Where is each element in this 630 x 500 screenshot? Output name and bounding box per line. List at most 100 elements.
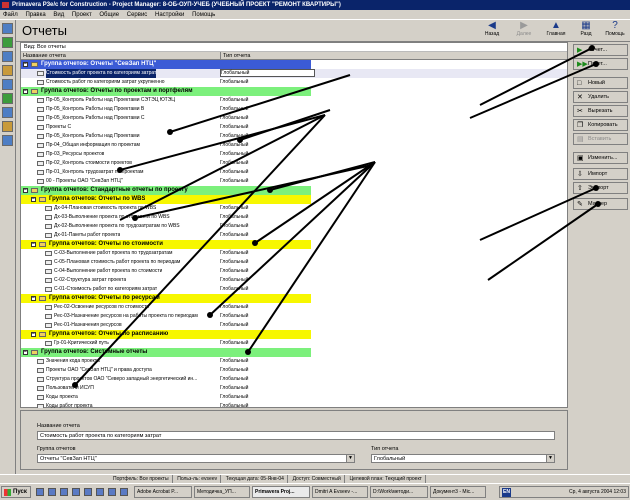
collapse-toggle-icon[interactable]: − (31, 242, 36, 247)
filter-bar[interactable]: Вид: Все отчеты (21, 43, 567, 52)
menu-enterprise[interactable]: Общие (96, 10, 122, 19)
report-group-row[interactable]: − Группа отчетов: Стандартные отчеты по п… (21, 186, 311, 195)
issues-icon[interactable] (2, 107, 13, 118)
language-indicator[interactable]: EN (502, 488, 511, 497)
help-button[interactable]: ? Помощь (601, 21, 629, 41)
report-group-row[interactable]: − Группа отчетов: Отчеты "СевЗап НТЦ" (21, 60, 311, 69)
report-row[interactable]: Стоимость работ по категориям затрат укр… (21, 78, 567, 87)
report-group-row[interactable]: − Группа отчетов: Отчеты по стоимости (21, 240, 311, 249)
report-row[interactable]: Пр-05_Контроль Работы над Проектами СЭТЭ… (21, 96, 567, 105)
run-report-button[interactable]: ▶ Отчет... (573, 44, 628, 56)
projects-icon[interactable] (2, 23, 13, 34)
collapse-toggle-icon[interactable]: − (23, 350, 28, 355)
import-button[interactable]: ⇩ Импорт (573, 168, 628, 180)
report-type-select[interactable]: Глобальный ▼ (371, 454, 555, 463)
task-word-doc[interactable]: Документ3 - Mic... (430, 486, 486, 498)
menu-tools[interactable]: Сервис (124, 10, 151, 19)
report-row[interactable]: Рес-02-Освоение ресурсов по стоимости Гло… (21, 303, 567, 312)
report-type-select[interactable]: Глобальный (220, 69, 315, 77)
export-button[interactable]: ⇧ Экспорт (573, 182, 628, 194)
task-primavera[interactable]: Primavera Proj... (252, 486, 310, 498)
menu-admin[interactable]: Настройки (152, 10, 187, 19)
collapse-toggle-icon[interactable]: − (23, 188, 28, 193)
menu-view[interactable]: Вид (50, 10, 67, 19)
report-row[interactable]: Проекты ОАО "СевЗап НТЦ" и права доступа… (21, 366, 567, 375)
report-row[interactable]: Структура проектов ОАО "Северо западный … (21, 375, 567, 384)
report-row[interactable]: С-04-Выполнение работ проекта по стоимос… (21, 267, 567, 276)
quicklaunch-desktop-icon[interactable] (36, 488, 44, 496)
activities-icon[interactable] (2, 51, 13, 62)
documents-icon[interactable] (2, 121, 13, 132)
edit-button[interactable]: ▣ Изменить... (573, 152, 628, 164)
quicklaunch-outlook-icon[interactable] (60, 488, 68, 496)
chevron-down-icon[interactable]: ▼ (346, 455, 354, 462)
reports-icon[interactable] (2, 93, 13, 104)
menu-file[interactable]: Файл (0, 10, 21, 19)
report-row[interactable]: Коды проекта Глобальный (21, 393, 567, 402)
report-row[interactable]: Дх-02-Выполнение проекта по трудозатрата… (21, 222, 567, 231)
resources-icon[interactable] (2, 65, 13, 76)
column-type[interactable]: Тип отчета (220, 52, 315, 60)
column-name[interactable]: Название отчета (23, 52, 66, 60)
paste-button[interactable]: ▤ Вставить (573, 133, 628, 145)
report-group-row[interactable]: − Группа отчетов: Отчеты по проектам и по… (21, 87, 311, 96)
quicklaunch-ie-icon[interactable] (48, 488, 56, 496)
report-row[interactable]: 00 - Проекты ОАО "СевЗап НТЦ" Глобальный (21, 177, 567, 186)
report-row[interactable]: Коды работ проекта Глобальный (21, 402, 567, 408)
report-row[interactable]: Рес-01-Назначения ресурсов Глобальный (21, 321, 567, 330)
collapse-toggle-icon[interactable]: − (23, 89, 28, 94)
cut-button[interactable]: ✂ Вырезать (573, 105, 628, 117)
report-row[interactable]: Пр-04_Общая информация по проектам Глобал… (21, 141, 567, 150)
tracking-icon[interactable] (2, 79, 13, 90)
wbs-icon[interactable] (2, 37, 13, 48)
report-row[interactable]: С-05-Плановая стоимость работ проекта по… (21, 258, 567, 267)
report-row[interactable]: С-01-Стоимость работ по категориям затра… (21, 285, 567, 294)
task-folder[interactable]: D:\Work\методи... (370, 486, 428, 498)
quicklaunch-app-icon[interactable] (120, 488, 128, 496)
report-row[interactable]: С-02-Структура затрат проекта Глобальный (21, 276, 567, 285)
layout-button[interactable]: ▦ Разд (572, 21, 600, 41)
report-row[interactable]: Дх-03-Выполнение проекта по стоимости по… (21, 213, 567, 222)
collapse-toggle-icon[interactable]: − (31, 296, 36, 301)
report-row[interactable]: Пр-01_Контроль трудозатрат по проектам Гл… (21, 168, 567, 177)
report-row[interactable]: Рес-03-Назначение ресурсов на работы про… (21, 312, 567, 321)
report-row[interactable]: Пр-05_Контроль Работы над Проектами С Гло… (21, 114, 567, 123)
thresholds-icon[interactable] (2, 135, 13, 146)
quicklaunch-word-icon[interactable] (72, 488, 80, 496)
home-button[interactable]: ▲ Главная (542, 21, 570, 41)
report-row[interactable]: Стоимость работ проекта по категориям за… (21, 69, 567, 78)
quicklaunch-acrobat-icon[interactable] (108, 488, 116, 496)
menu-help[interactable]: Помощь (189, 10, 218, 19)
report-row[interactable]: Значения кода проекта Глобальный (21, 357, 567, 366)
collapse-toggle-icon[interactable]: − (31, 197, 36, 202)
report-row[interactable]: Пр-03_Ресурсы проектов Глобальный (21, 150, 567, 159)
delete-button[interactable]: ✕ Удалить (573, 91, 628, 103)
report-row[interactable]: Пр-05_Контроль Работы над Проектами Глоба… (21, 132, 567, 141)
report-row[interactable]: Гр-01-Критический путь Глобальный (21, 339, 567, 348)
forward-button[interactable]: ▶ Далее (510, 21, 538, 41)
report-row[interactable]: Проекты С Глобальный (21, 123, 567, 132)
report-row[interactable]: Дх-04-Плановая стоимость проекта по WBS Г… (21, 204, 567, 213)
task-metodichka[interactable]: Методичка_УП... (194, 486, 250, 498)
report-group-row[interactable]: − Группа отчетов: Отчеты по ресурсам (21, 294, 311, 303)
wizard-button[interactable]: ✎ Мастер (573, 198, 628, 210)
report-row[interactable]: Пользователи ИСУП Глобальный (21, 384, 567, 393)
report-row[interactable]: Пр-05_Контроль Работы над Проектами В Гло… (21, 105, 567, 114)
batch-report-button[interactable]: ▶▶ Пакет... (573, 58, 628, 70)
task-acrobat[interactable]: Adobe Acrobat P... (134, 486, 192, 498)
copy-button[interactable]: ❐ Копировать (573, 119, 628, 131)
start-button[interactable]: Пуск (1, 486, 31, 498)
report-group-row[interactable]: − Группа отчетов: Отчеты по WBS (21, 195, 311, 204)
collapse-toggle-icon[interactable]: − (31, 332, 36, 337)
report-row[interactable]: Пр-02_Контроль стоимости проектов Глобаль… (21, 159, 567, 168)
report-row[interactable]: Дх-01-Пакеты работ проекта Глобальный (21, 231, 567, 240)
task-email[interactable]: Dmitri A Evseev -... (312, 486, 368, 498)
report-group-select[interactable]: Отчеты "СевЗап НТЦ" ▼ (37, 454, 355, 463)
quicklaunch-explorer-icon[interactable] (96, 488, 104, 496)
quicklaunch-excel-icon[interactable] (84, 488, 92, 496)
report-group-row[interactable]: − Группа отчетов: Системные отчеты (21, 348, 311, 357)
menu-project[interactable]: Проект (69, 10, 95, 19)
chevron-down-icon[interactable]: ▼ (546, 455, 554, 462)
report-name-field[interactable]: Стоимость работ проекта по категориям за… (37, 431, 555, 440)
collapse-toggle-icon[interactable]: − (23, 62, 28, 67)
